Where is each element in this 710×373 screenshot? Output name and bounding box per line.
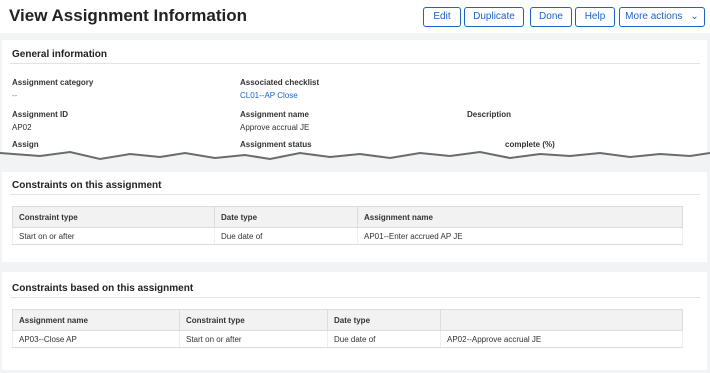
table-row: Start on or after Due date of AP01--Ente…	[12, 227, 683, 245]
done-button[interactable]: Done	[530, 7, 572, 27]
divider	[10, 194, 700, 195]
chevron-down-icon: ⌄	[690, 11, 699, 22]
table-header-row: Assignment name Constraint type Date typ…	[12, 309, 683, 331]
constraints-on-table: Constraint type Date type Assignment nam…	[12, 206, 683, 245]
more-actions-label: More actions	[625, 11, 683, 22]
cell-assignment-name: AP03--Close AP	[12, 330, 180, 348]
general-information-section	[2, 40, 707, 160]
assignment-category-label: Assignment category	[12, 78, 94, 87]
description-label: Description	[467, 110, 512, 119]
duplicate-button[interactable]: Duplicate	[464, 7, 524, 27]
cell-assignment-name: AP01--Enter accrued AP JE	[357, 227, 683, 245]
partial-label-assignment-status: Assignment status	[240, 140, 312, 149]
assignment-id-label: Assignment ID	[12, 110, 69, 119]
cell-constraint-type: Start on or after	[179, 330, 328, 348]
cell-date-type: Due date of	[327, 330, 441, 348]
divider	[10, 63, 700, 64]
more-actions-button[interactable]: More actions ⌄	[619, 7, 705, 27]
cell-related-assignment: AP02--Approve accrual JE	[440, 330, 683, 348]
assignment-category-value: --	[12, 91, 18, 100]
table-header-row: Constraint type Date type Assignment nam…	[12, 206, 683, 228]
cell-constraint-type: Start on or after	[12, 227, 215, 245]
column-header-date-type: Date type	[327, 309, 441, 331]
column-header-constraint-type: Constraint type	[12, 206, 215, 228]
associated-checklist-label: Associated checklist	[240, 78, 320, 87]
assignment-id-value: AP02	[12, 123, 32, 132]
constraints-on-title: Constraints on this assignment	[12, 180, 162, 191]
column-header-assignment-name: Assignment name	[357, 206, 683, 228]
divider	[10, 297, 700, 298]
column-header-related-assignment	[440, 309, 683, 331]
assignment-name-label: Assignment name	[240, 110, 309, 119]
partial-label-complete: complete (%)	[505, 140, 555, 149]
general-information-title: General information	[12, 49, 108, 60]
table-row: AP03--Close AP Start on or after Due dat…	[12, 330, 683, 348]
constraints-based-table: Assignment name Constraint type Date typ…	[12, 309, 683, 348]
help-button[interactable]: Help	[575, 7, 615, 27]
associated-checklist-link[interactable]: CL01--AP Close	[240, 91, 298, 100]
constraints-based-title: Constraints based on this assignment	[12, 283, 194, 294]
edit-button[interactable]: Edit	[423, 7, 461, 27]
column-header-date-type: Date type	[214, 206, 358, 228]
partial-label-assign: Assign	[12, 140, 39, 149]
cell-date-type: Due date of	[214, 227, 358, 245]
assignment-name-value: Approve accrual JE	[240, 123, 310, 132]
page-title: View Assignment Information	[9, 6, 248, 25]
column-header-constraint-type: Constraint type	[179, 309, 328, 331]
column-header-assignment-name: Assignment name	[12, 309, 180, 331]
